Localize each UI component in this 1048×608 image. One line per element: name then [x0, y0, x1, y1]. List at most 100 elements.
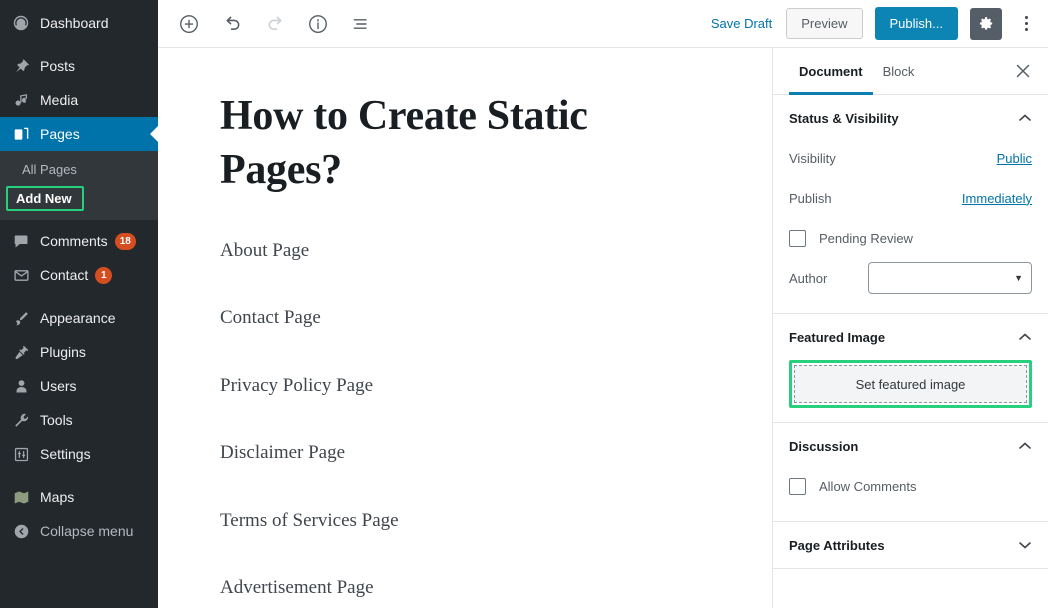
sidebar-item-pages[interactable]: Pages — [0, 117, 158, 151]
maps-icon — [11, 487, 31, 507]
sidebar-item-contact[interactable]: Contact 1 — [0, 258, 158, 292]
settings-gear-icon[interactable] — [970, 7, 1002, 40]
kebab-dot — [1024, 16, 1028, 19]
sidebar-item-media[interactable]: Media — [0, 83, 158, 117]
more-options-icon[interactable] — [1014, 8, 1038, 40]
section-header-page-attributes[interactable]: Page Attributes — [789, 522, 1032, 568]
sidebar-item-add-new[interactable]: Add New — [6, 186, 84, 211]
section-page-attributes: Page Attributes — [773, 522, 1048, 569]
brush-icon — [11, 308, 31, 328]
editor-toolbar: Save Draft Preview Publish... — [158, 0, 1048, 48]
sidebar-item-label: Tools — [40, 412, 73, 428]
media-icon — [11, 90, 31, 110]
undo-icon[interactable] — [217, 9, 247, 39]
row-publish: Publish Immediately — [789, 181, 1032, 215]
sidebar-item-settings[interactable]: Settings — [0, 437, 158, 471]
sidebar-subitem-label: Add New — [16, 191, 72, 206]
section-title: Featured Image — [789, 329, 886, 345]
sidebar-item-plugins[interactable]: Plugins — [0, 335, 158, 369]
sidebar-item-label: Plugins — [40, 344, 86, 360]
section-title: Discussion — [789, 438, 859, 454]
sidebar-item-users[interactable]: Users — [0, 369, 158, 403]
sidebar-item-comments[interactable]: Comments 18 — [0, 224, 158, 258]
pending-review-label: Pending Review — [819, 230, 913, 246]
current-menu-arrow-icon — [150, 126, 158, 142]
toolbar-right-group: Save Draft Preview Publish... — [709, 7, 1038, 40]
panel-tab-bar: Document Block — [773, 48, 1048, 95]
user-icon — [11, 376, 31, 396]
chevron-up-icon — [1018, 111, 1032, 125]
publish-date-link[interactable]: Immediately — [962, 191, 1032, 206]
sidebar-separator — [0, 471, 158, 480]
comment-icon — [11, 231, 31, 251]
sidebar-item-collapse-menu[interactable]: Collapse menu — [0, 514, 158, 548]
sidebar-item-dashboard[interactable]: Dashboard — [0, 6, 158, 40]
sidebar-separator — [0, 40, 158, 49]
sidebar-item-label: Maps — [40, 489, 75, 505]
sidebar-item-label: Settings — [40, 446, 91, 462]
paragraph-block[interactable]: Advertisement Page — [220, 575, 712, 602]
redo-icon[interactable] — [260, 9, 290, 39]
row-pending-review[interactable]: Pending Review — [789, 221, 1032, 255]
row-allow-comments[interactable]: Allow Comments — [789, 469, 1032, 503]
chevron-down-icon — [1018, 538, 1032, 552]
sidebar-subitem-label: All Pages — [22, 162, 77, 177]
tab-document[interactable]: Document — [789, 48, 873, 95]
section-featured-image: Featured Image Set featured image — [773, 314, 1048, 423]
sidebar-item-label: Contact — [40, 267, 89, 283]
sidebar-item-posts[interactable]: Posts — [0, 49, 158, 83]
dashboard-icon — [11, 13, 31, 33]
kebab-dot — [1024, 28, 1028, 31]
sidebar-item-label: Appearance — [40, 310, 116, 326]
chevron-up-icon — [1018, 330, 1032, 344]
add-block-icon[interactable] — [174, 9, 204, 39]
row-author: Author ▼ — [789, 261, 1032, 295]
sidebar-item-appearance[interactable]: Appearance — [0, 301, 158, 335]
allow-comments-label: Allow Comments — [819, 478, 917, 494]
tab-block[interactable]: Block — [873, 48, 925, 95]
sidebar-item-label: Users — [40, 378, 77, 394]
section-header-discussion[interactable]: Discussion — [789, 423, 1032, 469]
visibility-link[interactable]: Public — [997, 151, 1032, 166]
publish-label: Publish — [789, 190, 832, 206]
section-discussion: Discussion Allow Comments — [773, 423, 1048, 522]
sidebar-item-all-pages[interactable]: All Pages — [0, 156, 158, 183]
editor-and-settings-row: How to Create Static Pages? About Page C… — [158, 48, 1048, 608]
kebab-dot — [1024, 22, 1028, 25]
chevron-up-icon — [1018, 439, 1032, 453]
close-icon[interactable] — [1008, 56, 1038, 86]
paragraph-block[interactable]: Privacy Policy Page — [220, 373, 712, 400]
section-body-status-visibility: Visibility Public Publish Immediately Pe… — [789, 141, 1032, 313]
editor-canvas[interactable]: How to Create Static Pages? About Page C… — [158, 48, 772, 608]
editor-main: Save Draft Preview Publish... How to Cre… — [158, 0, 1048, 608]
set-featured-image-button[interactable]: Set featured image — [794, 365, 1027, 403]
sidebar-item-label: Dashboard — [40, 15, 109, 31]
preview-button[interactable]: Preview — [786, 8, 863, 39]
toolbar-left-group — [174, 9, 376, 39]
publish-button[interactable]: Publish... — [874, 7, 958, 40]
section-header-status-visibility[interactable]: Status & Visibility — [789, 95, 1032, 141]
sidebar-item-maps[interactable]: Maps — [0, 480, 158, 514]
content-structure-info-icon[interactable] — [303, 9, 333, 39]
sidebar-item-label: Pages — [40, 126, 80, 142]
author-select[interactable]: ▼ — [868, 262, 1032, 294]
paragraph-block[interactable]: Contact Page — [220, 305, 712, 332]
save-draft-button[interactable]: Save Draft — [709, 12, 774, 35]
paragraph-block[interactable]: About Page — [220, 238, 712, 265]
section-header-featured-image[interactable]: Featured Image — [789, 314, 1032, 360]
post-title[interactable]: How to Create Static Pages? — [220, 90, 650, 198]
pending-review-checkbox[interactable] — [789, 229, 806, 247]
paragraph-block[interactable]: Disclaimer Page — [220, 440, 712, 467]
visibility-label: Visibility — [789, 150, 836, 166]
featured-image-highlight: Set featured image — [789, 360, 1032, 408]
paragraph-block[interactable]: Terms of Services Page — [220, 508, 712, 535]
block-navigation-list-icon[interactable] — [346, 9, 376, 39]
sidebar-separator — [0, 292, 158, 301]
pin-icon — [11, 56, 31, 76]
wrench-icon — [11, 410, 31, 430]
sidebar-item-tools[interactable]: Tools — [0, 403, 158, 437]
pages-icon — [11, 124, 31, 144]
visibility-value: Public — [997, 151, 1032, 166]
sliders-icon — [11, 444, 31, 464]
allow-comments-checkbox[interactable] — [789, 477, 806, 495]
